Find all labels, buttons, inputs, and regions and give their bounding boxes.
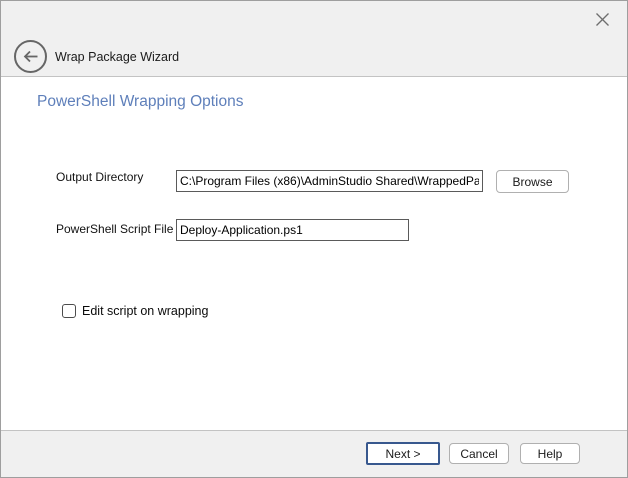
script-file-label: PowerShell Script File bbox=[56, 222, 173, 236]
edit-script-checkbox-label: Edit script on wrapping bbox=[82, 304, 208, 318]
output-directory-label: Output Directory bbox=[56, 170, 143, 184]
script-file-input[interactable] bbox=[176, 219, 409, 241]
close-icon bbox=[595, 12, 610, 27]
help-button[interactable]: Help bbox=[520, 443, 580, 464]
back-button[interactable] bbox=[14, 40, 47, 73]
arrow-left-icon bbox=[22, 50, 39, 63]
cancel-button[interactable]: Cancel bbox=[449, 443, 509, 464]
edit-script-checkbox[interactable] bbox=[62, 304, 76, 318]
output-directory-input[interactable] bbox=[176, 170, 483, 192]
browse-button[interactable]: Browse bbox=[496, 170, 569, 193]
wrap-package-wizard-dialog: Wrap Package Wizard PowerShell Wrapping … bbox=[0, 0, 628, 478]
wizard-title: Wrap Package Wizard bbox=[55, 50, 179, 64]
page-title: PowerShell Wrapping Options bbox=[37, 93, 244, 111]
next-button[interactable]: Next > bbox=[366, 442, 440, 465]
close-button[interactable] bbox=[592, 9, 612, 29]
wizard-header: Wrap Package Wizard bbox=[1, 1, 627, 77]
